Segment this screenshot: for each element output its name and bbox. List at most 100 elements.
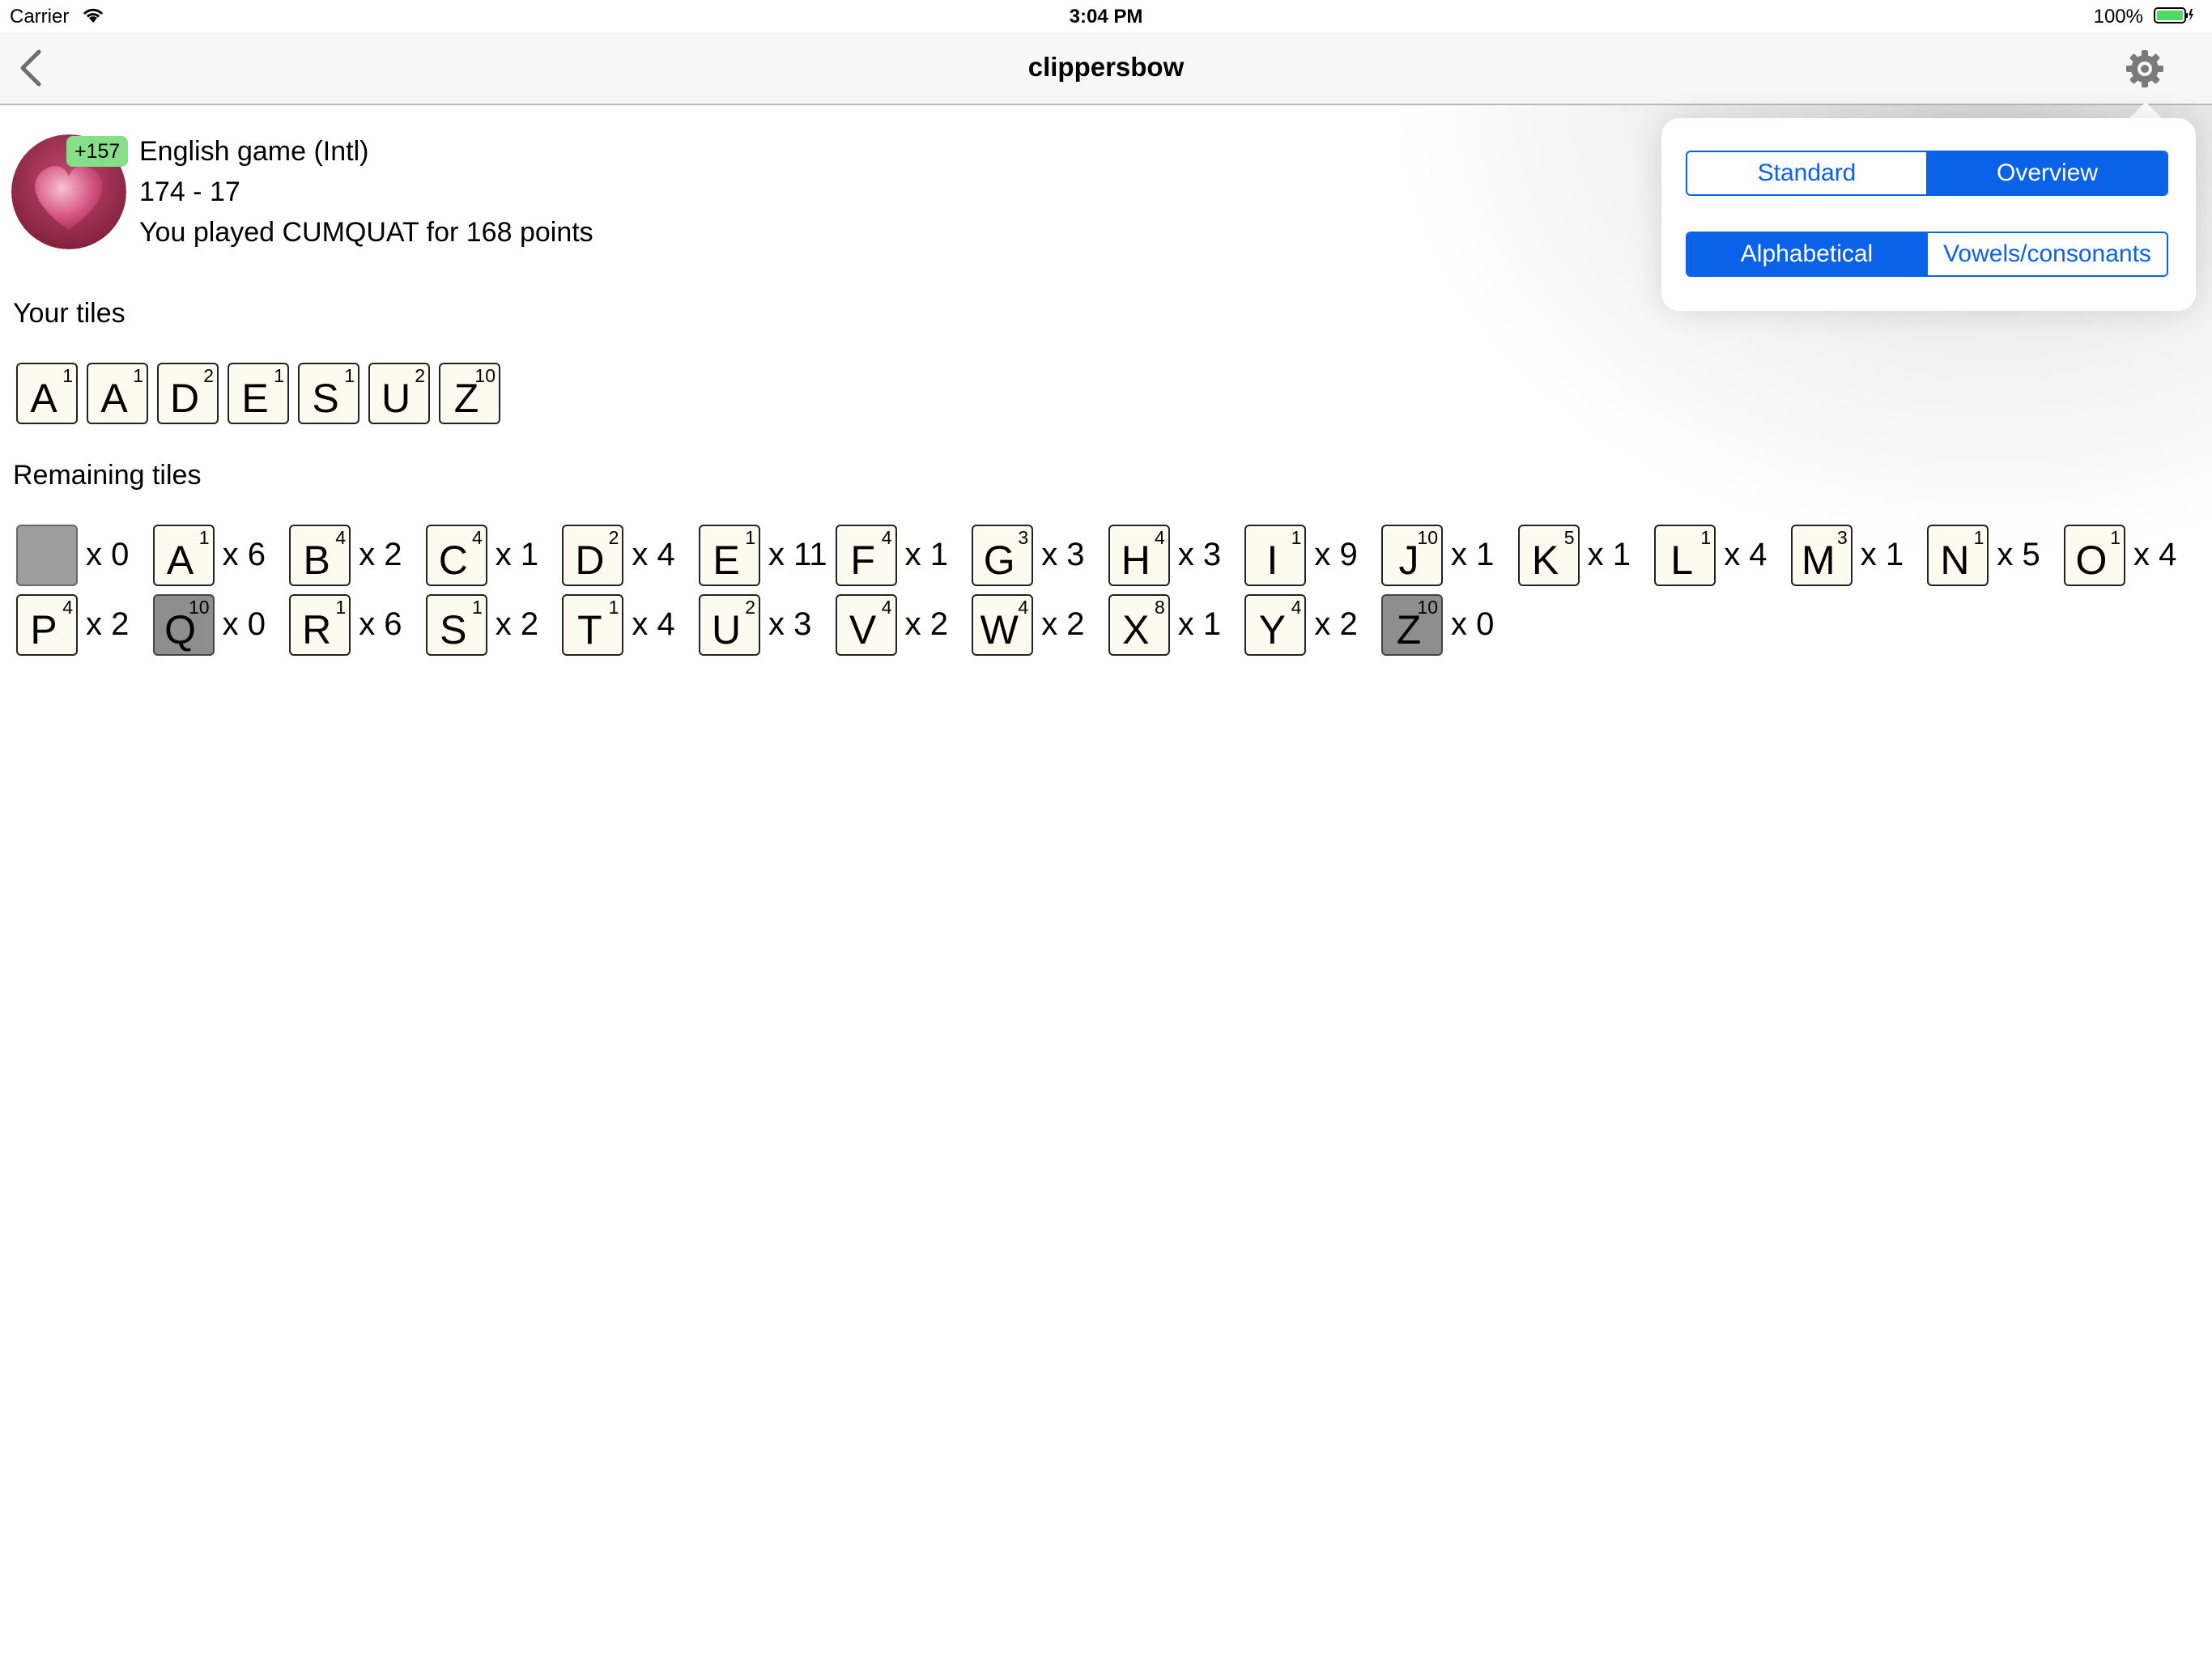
rack-tile: Z 10 xyxy=(439,363,500,424)
tile-count: x 5 xyxy=(1997,537,2040,572)
remaining-tile: F4 xyxy=(835,525,897,586)
tile-count: x 3 xyxy=(1177,537,1222,572)
tile-points: 4 xyxy=(881,597,892,618)
tile-points: 10 xyxy=(189,597,210,618)
tile-points: 10 xyxy=(1417,597,1438,618)
tile-points: 1 xyxy=(2110,527,2121,548)
remaining-tile: Y4 xyxy=(1244,594,1307,656)
tile-points: 1 xyxy=(1700,527,1712,548)
remaining-tile: J 10 xyxy=(1381,525,1443,586)
segment-overview[interactable]: Overview xyxy=(1926,152,2167,194)
status-bar: Carrier 3:04 PM 100% xyxy=(0,0,2212,32)
remaining-tile: O1 xyxy=(2064,525,2125,586)
tile-points: 2 xyxy=(608,527,619,548)
rack-tile: A1 xyxy=(87,363,148,424)
popover-shadow xyxy=(1336,32,2212,599)
tile-count: x 4 xyxy=(632,606,675,642)
tile-points: 1 xyxy=(1291,527,1302,548)
remaining-tile: H4 xyxy=(1108,525,1170,586)
remaining-tile: N1 xyxy=(1927,525,1989,586)
navigation-bar: clippersbow xyxy=(0,32,2212,105)
segment-standard[interactable]: Standard xyxy=(1687,152,1926,194)
rack-tile: D2 xyxy=(157,363,219,424)
last-move: You played CUMQUAT for 168 points xyxy=(139,217,593,248)
tile-count: x 2 xyxy=(495,606,539,642)
tile-points: 4 xyxy=(1155,527,1165,548)
view-mode-segmented-control: Standard Overview xyxy=(1686,151,2168,196)
tile-count: x 2 xyxy=(359,537,402,572)
tile-count: x 1 xyxy=(1451,537,1495,572)
tile-points: 1 xyxy=(1973,527,1984,548)
battery-icon xyxy=(2154,7,2193,23)
rack-tile: A1 xyxy=(16,363,78,424)
tile-points: 1 xyxy=(274,365,284,386)
tile-count: x 1 xyxy=(904,537,948,572)
chevron-left-icon[interactable] xyxy=(15,47,47,89)
tile-count: x 1 xyxy=(1587,537,1631,572)
battery-percent: 100% xyxy=(2093,6,2143,28)
tile-points: 3 xyxy=(1837,527,1848,548)
tile-points: 10 xyxy=(474,365,496,386)
remaining-tile: G3 xyxy=(972,525,1034,586)
tile-count: x 1 xyxy=(1177,606,1222,642)
segment-alphabetical[interactable]: Alphabetical xyxy=(1687,233,1926,275)
status-time: 3:04 PM xyxy=(1069,6,1143,28)
remaining-tile: K5 xyxy=(1517,525,1580,586)
rack-tile: U2 xyxy=(368,363,430,424)
tile-points: 4 xyxy=(335,527,347,548)
remaining-tile: P4 xyxy=(16,594,78,656)
tile-count: x 4 xyxy=(2133,537,2177,572)
sort-mode-segmented-control: Alphabetical Vowels/consonants xyxy=(1686,232,2168,277)
tile-count: x 6 xyxy=(222,537,266,572)
tile-count: x 3 xyxy=(1041,537,1085,572)
remaining-tile: U2 xyxy=(699,594,760,656)
tile-count: x 4 xyxy=(632,537,675,572)
tile-points: 4 xyxy=(472,527,483,548)
tile-count: x 1 xyxy=(1860,537,1904,572)
tile-points: 2 xyxy=(745,597,755,618)
remaining-tile: I1 xyxy=(1244,525,1307,586)
tile-count: x 0 xyxy=(86,537,130,572)
tile-count: x 6 xyxy=(359,606,402,642)
remaining-tiles-label: Remaining tiles xyxy=(13,460,202,491)
game-title: English game (Intl) xyxy=(139,136,369,167)
tile-count: x 1 xyxy=(495,537,539,572)
tile-count: x 0 xyxy=(222,606,266,642)
tile-count: x 2 xyxy=(1041,606,1085,642)
tile-points: 4 xyxy=(1018,597,1029,618)
tile-count: x 2 xyxy=(904,606,948,642)
tile-points: 1 xyxy=(344,365,355,386)
remaining-tile: M3 xyxy=(1790,525,1853,586)
blank-tile xyxy=(16,525,78,586)
remaining-tile: D2 xyxy=(562,525,624,586)
tile-points: 4 xyxy=(1291,597,1302,618)
tile-count: x 0 xyxy=(1451,606,1495,642)
remaining-tile: T1 xyxy=(562,594,624,656)
score-delta-badge: +157 xyxy=(66,136,129,167)
remaining-tile: E1 xyxy=(699,525,760,586)
gear-icon[interactable] xyxy=(2125,49,2165,89)
tile-count: x 2 xyxy=(1314,606,1358,642)
tile-points: 1 xyxy=(133,365,143,386)
page-title: clippersbow xyxy=(1027,52,1185,82)
remaining-tile: R1 xyxy=(289,594,351,656)
tile-points: 1 xyxy=(198,527,210,548)
remaining-tile: C4 xyxy=(425,525,487,586)
remaining-tile: L1 xyxy=(1654,525,1716,586)
tile-points: 4 xyxy=(62,597,73,618)
remaining-tile: W4 xyxy=(972,594,1034,656)
tile-points: 1 xyxy=(472,597,483,618)
remaining-tile: V4 xyxy=(835,594,897,656)
remaining-tile: Z 10 xyxy=(1381,594,1443,656)
tile-points: 1 xyxy=(608,597,619,618)
tile-points: 1 xyxy=(62,365,73,386)
your-tiles-label: Your tiles xyxy=(13,298,125,329)
tile-count: x 9 xyxy=(1314,537,1358,572)
popover-arrow xyxy=(2128,102,2163,120)
rack-tile: S1 xyxy=(298,363,359,424)
remaining-tile: B4 xyxy=(289,525,351,586)
remaining-tile: Q 10 xyxy=(152,594,215,656)
segment-vowels-consonants[interactable]: Vowels/consonants xyxy=(1926,233,2167,275)
rack-tile: E1 xyxy=(228,363,289,424)
settings-popover: Standard Overview Alphabetical Vowels/co… xyxy=(1661,118,2196,311)
